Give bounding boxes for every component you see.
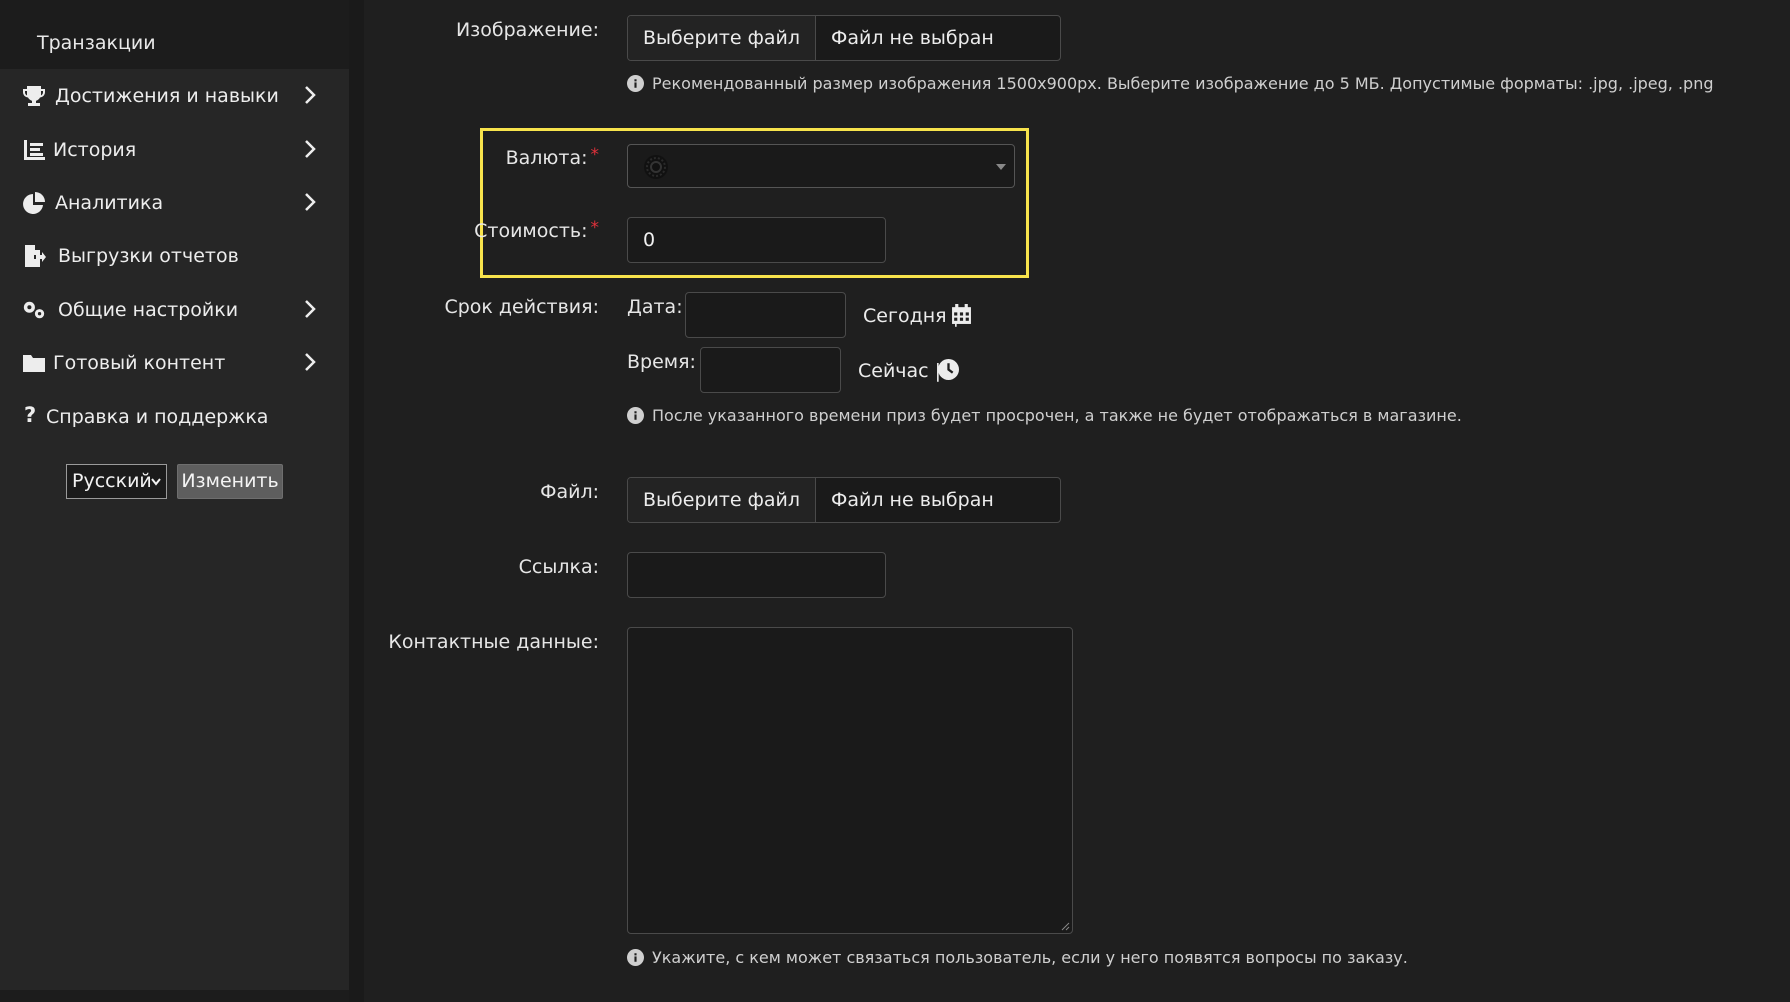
info-icon — [627, 949, 644, 966]
sidebar-item-label: Достижения и навыки — [55, 85, 279, 107]
chevron-down-icon — [151, 478, 161, 486]
sidebar-item-label: Общие настройки — [58, 299, 239, 321]
contacts-label: Контактные данные: — [388, 631, 599, 653]
clock-icon[interactable] — [938, 359, 959, 380]
coin-icon — [644, 155, 668, 179]
validity-hint: После указанного времени приз будет прос… — [627, 406, 1462, 425]
sidebar-item-label: Аналитика — [55, 192, 164, 214]
file-choose-file-button[interactable]: Выберите файл — [628, 478, 817, 522]
sidebar-item-transactions[interactable]: Транзакции — [37, 32, 156, 54]
sidebar-header: Транзакции — [0, 0, 349, 69]
sidebar-item-analytics[interactable]: Аналитика — [0, 182, 349, 226]
language-select[interactable]: Русский — [66, 464, 167, 499]
today-link[interactable]: Сегодня | — [863, 305, 959, 327]
image-hint-text: Рекомендованный размер изображения 1500x… — [652, 74, 1714, 93]
chevron-right-icon — [303, 191, 323, 215]
pie-chart-icon — [22, 192, 48, 216]
sidebar-item-history[interactable]: История — [0, 129, 349, 173]
sidebar-gutter — [349, 0, 364, 1002]
price-label: Стоимость: * — [474, 218, 600, 242]
file-input[interactable]: Выберите файл Файл не выбран — [627, 477, 1061, 523]
sidebar: Транзакции Достижения и навыки История А… — [0, 0, 349, 990]
sidebar-item-label: История — [53, 139, 137, 161]
sidebar-item-achievements[interactable]: Достижения и навыки — [0, 75, 349, 119]
validity-hint-text: После указанного времени приз будет прос… — [652, 406, 1462, 425]
list-chart-icon — [22, 139, 48, 163]
sidebar-item-label: Выгрузки отчетов — [58, 245, 239, 267]
date-label: Дата: — [627, 296, 683, 318]
date-input[interactable] — [685, 292, 846, 338]
chevron-right-icon — [303, 84, 323, 108]
file-filename: Файл не выбран — [831, 489, 994, 511]
trophy-icon — [22, 85, 48, 109]
sidebar-item-settings[interactable]: Общие настройки — [0, 289, 349, 333]
link-label: Ссылка: — [518, 556, 599, 578]
info-icon — [627, 407, 644, 424]
change-language-button[interactable]: Изменить — [177, 464, 283, 499]
image-filename: Файл не выбран — [831, 27, 994, 49]
required-mark: * — [590, 145, 600, 165]
validity-label: Срок действия: — [444, 296, 599, 318]
sidebar-item-content[interactable]: Готовый контент — [0, 342, 349, 386]
calendar-icon[interactable] — [951, 304, 972, 325]
image-choose-file-button[interactable]: Выберите файл — [628, 16, 817, 60]
image-file-input[interactable]: Выберите файл Файл не выбран — [627, 15, 1061, 61]
time-input[interactable] — [700, 347, 841, 393]
chevron-right-icon — [303, 298, 323, 322]
contacts-hint-text: Укажите, с кем может связаться пользоват… — [652, 948, 1408, 967]
chevron-right-icon — [303, 138, 323, 162]
required-mark: * — [590, 218, 600, 238]
cogs-icon — [22, 299, 48, 323]
info-icon — [627, 75, 644, 92]
currency-label: Валюта: * — [505, 145, 600, 169]
price-input[interactable]: 0 — [627, 217, 886, 263]
chevron-right-icon — [303, 351, 323, 375]
time-label: Время: — [627, 351, 696, 373]
link-input[interactable] — [627, 552, 886, 598]
sidebar-bottom — [0, 990, 349, 1002]
sidebar-item-label: Справка и поддержка — [46, 406, 269, 428]
currency-select[interactable] — [627, 144, 1015, 188]
resize-grip-icon[interactable] — [1060, 921, 1070, 931]
folder-icon — [22, 352, 48, 376]
sidebar-item-label: Готовый контент — [53, 352, 226, 374]
language-select-value: Русский — [72, 470, 152, 492]
file-export-icon — [22, 245, 48, 269]
dropdown-caret-icon — [996, 164, 1006, 170]
image-hint: Рекомендованный размер изображения 1500x… — [627, 74, 1714, 93]
currency-label-text: Валюта: — [505, 147, 588, 169]
image-label: Изображение: — [455, 19, 599, 41]
sidebar-item-help[interactable]: ? Справка и поддержка — [0, 396, 349, 440]
contacts-hint: Укажите, с кем может связаться пользоват… — [627, 948, 1408, 967]
contacts-textarea[interactable] — [627, 627, 1073, 934]
price-label-text: Стоимость: — [474, 220, 588, 242]
sidebar-item-reports[interactable]: Выгрузки отчетов — [0, 235, 349, 279]
now-link[interactable]: Сейчас | — [858, 360, 941, 382]
file-label: Файл: — [540, 481, 599, 503]
